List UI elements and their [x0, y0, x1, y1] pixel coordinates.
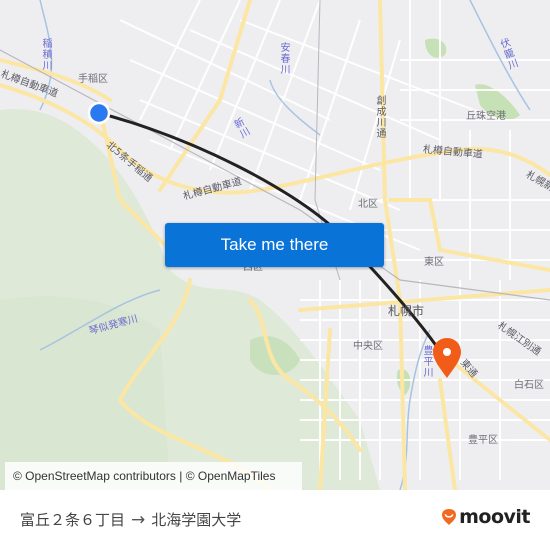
- moovit-pin-icon: [442, 509, 457, 525]
- river-label: 稲積川: [40, 38, 51, 71]
- destination-marker[interactable]: [433, 338, 461, 378]
- map-view[interactable]: 手稲区 北区 東区 中央区 白石区 豊平区 丘珠空港 札幌市 西区 稲積川 安春…: [0, 0, 550, 490]
- river-label: 安春川: [278, 42, 289, 75]
- district-label: 北区: [358, 199, 378, 210]
- destination-name: 北海学園大学: [151, 511, 242, 529]
- district-label: 豊平区: [468, 435, 498, 446]
- route-summary: 富丘２条６丁目 → 北海学園大学: [20, 509, 241, 530]
- footer: 富丘２条６丁目 → 北海学園大学 moovit: [0, 490, 550, 550]
- origin-name: 富丘２条６丁目: [20, 511, 126, 529]
- district-label: 中央区: [353, 341, 383, 352]
- district-label: 白石区: [514, 380, 544, 391]
- brand-name: moovit: [459, 506, 530, 528]
- take-me-there-button[interactable]: Take me there: [165, 223, 384, 267]
- map-attribution[interactable]: © OpenStreetMap contributors | © OpenMap…: [5, 462, 302, 490]
- district-label: 東区: [424, 257, 444, 268]
- city-label: 札幌市: [388, 304, 425, 318]
- road-label: 創成川通: [374, 95, 385, 139]
- airport-label: 丘珠空港: [466, 111, 506, 122]
- origin-marker[interactable]: [87, 101, 111, 125]
- attribution-text: © OpenStreetMap contributors | © OpenMap…: [13, 469, 276, 483]
- river-label: 豊平川: [421, 345, 432, 378]
- moovit-logo[interactable]: moovit: [441, 506, 530, 528]
- arrow-right-icon: →: [131, 509, 146, 530]
- district-label: 手稲区: [78, 74, 108, 85]
